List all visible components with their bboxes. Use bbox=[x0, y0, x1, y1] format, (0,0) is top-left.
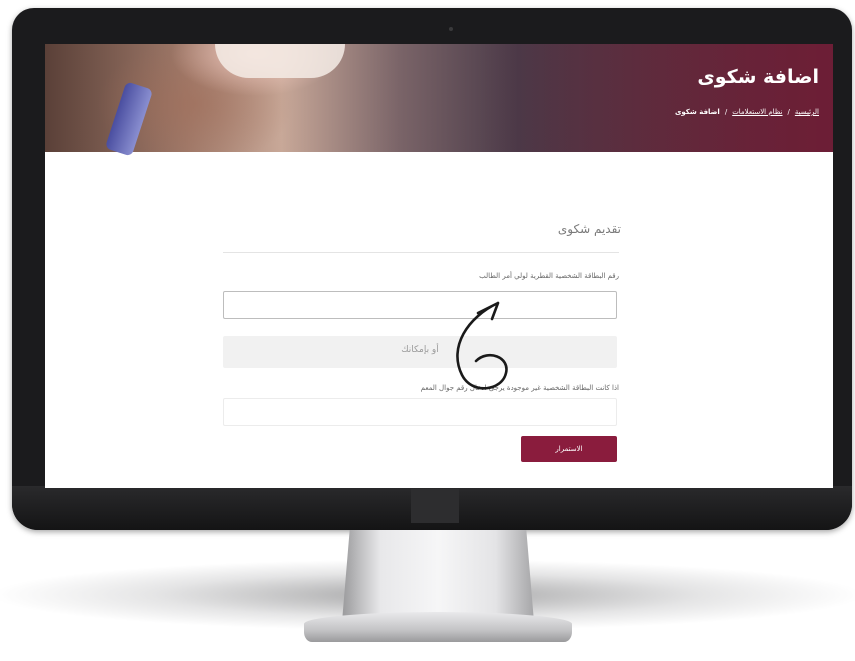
or-text: أو بإمكانك bbox=[401, 345, 439, 355]
id-field-label: رقم البطاقة الشخصية القطرية لولي أمر الط… bbox=[479, 272, 619, 280]
breadcrumb-separator: / bbox=[787, 108, 790, 116]
complaint-form: تقديم شكوى رقم البطاقة الشخصية القطرية ل… bbox=[45, 152, 833, 488]
id-number-input[interactable] bbox=[223, 291, 617, 319]
monitor-base bbox=[304, 612, 572, 642]
section-title: تقديم شكوى bbox=[557, 222, 621, 236]
or-separator-bar: أو بإمكانك bbox=[223, 336, 617, 368]
page-title: اضافة شكوى bbox=[697, 66, 819, 88]
hero-overlay bbox=[45, 44, 833, 152]
divider bbox=[223, 252, 619, 253]
breadcrumb-current: اضافة شكوى bbox=[675, 108, 720, 116]
breadcrumb-home-link[interactable]: الرئيسية bbox=[795, 108, 819, 116]
screen: اضافة شكوى الرئيسية / نظام الاستعلامات /… bbox=[45, 44, 833, 488]
continue-button[interactable]: الاستمرار bbox=[521, 436, 617, 462]
curved-arrow-icon bbox=[456, 301, 508, 390]
camera-dot bbox=[449, 27, 453, 31]
hero-banner: اضافة شكوى الرئيسية / نظام الاستعلامات /… bbox=[45, 44, 833, 157]
breadcrumb-parent-link[interactable]: نظام الاستعلامات bbox=[732, 108, 782, 116]
breadcrumb-separator: / bbox=[724, 108, 728, 116]
mobile-number-input[interactable] bbox=[223, 398, 617, 426]
monitor-logo-plate bbox=[411, 489, 459, 523]
monitor-stand bbox=[342, 530, 534, 622]
breadcrumb: الرئيسية / نظام الاستعلامات / اضافة شكوى bbox=[675, 108, 819, 116]
